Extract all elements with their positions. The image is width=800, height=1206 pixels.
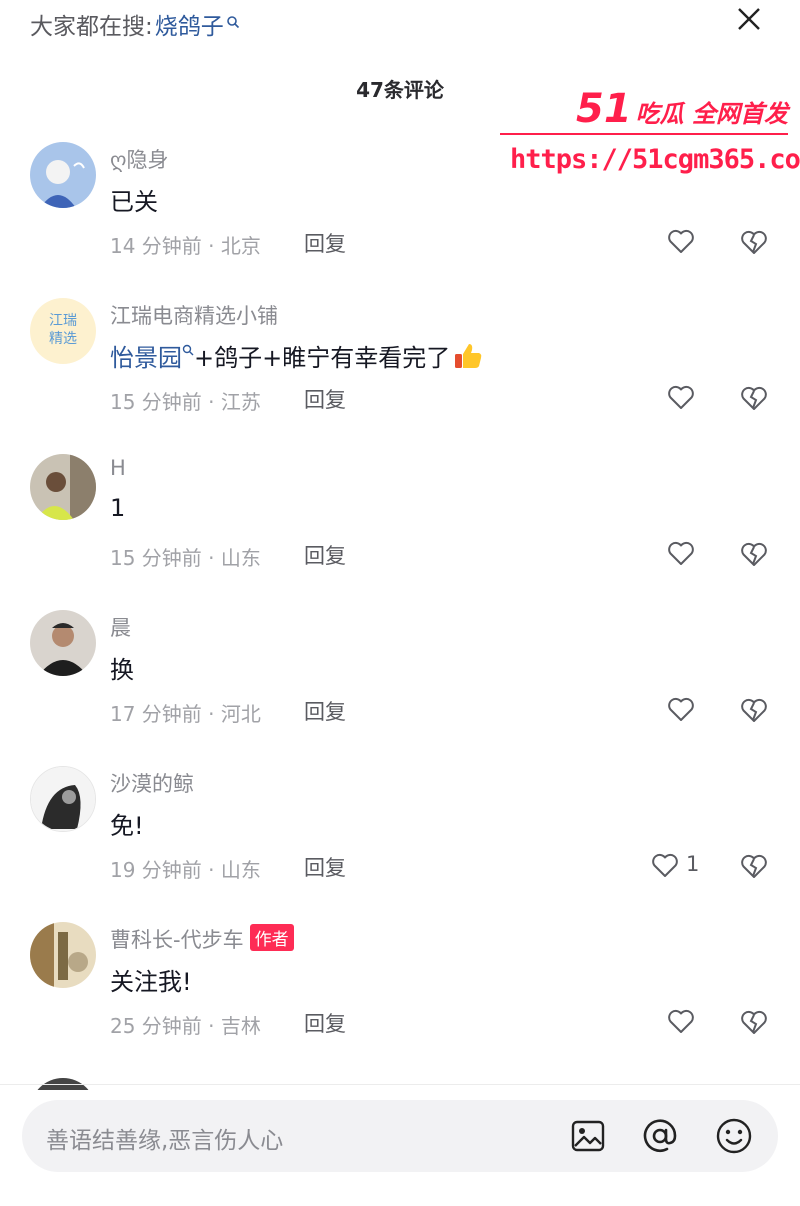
comment-time-location: 14 分钟前 · 北京: [110, 234, 261, 258]
comment-username: 曹科长-代步车 作者: [110, 924, 294, 954]
comment-text: 已关: [110, 188, 158, 216]
search-suggestion-keyword[interactable]: 烧鸽子: [155, 7, 224, 41]
dislike-broken-heart-icon[interactable]: [738, 226, 770, 258]
comment-time-location: 15 分钟前 · 山东: [110, 546, 261, 570]
comment-input-placeholder: 善语结善缘,恶言伤人心: [46, 1128, 284, 1154]
comment-time-location: 19 分钟前 · 山东: [110, 858, 261, 882]
avatar[interactable]: [30, 922, 96, 988]
dislike-broken-heart-icon[interactable]: [738, 850, 770, 882]
comment-username[interactable]: 晨: [110, 612, 131, 642]
avatar-text: 江瑞精选: [49, 313, 77, 347]
like-heart-icon[interactable]: [666, 1006, 696, 1036]
author-badge: 作者: [249, 924, 294, 951]
reply-button[interactable]: 回复: [304, 384, 346, 414]
comment-time-location: 15 分钟前 · 江苏: [110, 390, 261, 414]
divider: [0, 1084, 800, 1085]
dislike-broken-heart-icon[interactable]: [738, 694, 770, 726]
watermark-line: [500, 133, 788, 135]
comment-time-location: 25 分钟前 · 吉林: [110, 1014, 261, 1038]
comment-item: 沙漠的鲸 免! 19 分钟前 · 山东 回复 1: [0, 766, 800, 922]
dislike-broken-heart-icon[interactable]: [738, 1006, 770, 1038]
comment-text: 关注我!: [110, 968, 192, 996]
comment-item: ღ隐身 已关 14 分钟前 · 北京 回复: [0, 142, 800, 298]
watermark-brand-number: 51: [576, 86, 632, 132]
search-icon: [182, 334, 194, 356]
comment-text: 1: [110, 494, 126, 522]
like-heart-icon[interactable]: [666, 538, 696, 568]
comment-item: 江瑞精选 江瑞电商精选小铺 怡景园 +鸽子+睢宁有幸看完了 15 分钟前 · 江苏…: [0, 298, 800, 454]
image-icon[interactable]: [568, 1116, 608, 1156]
comment-text-body: +鸽子+睢宁有幸看完了: [194, 344, 451, 372]
dislike-broken-heart-icon[interactable]: [738, 538, 770, 570]
like-heart-icon[interactable]: [666, 382, 696, 412]
search-suggestion-label: 大家都在搜:: [30, 14, 153, 40]
comment-username[interactable]: ღ隐身: [110, 144, 169, 174]
reply-button[interactable]: 回复: [304, 696, 346, 726]
reply-button[interactable]: 回复: [304, 1008, 346, 1038]
comment-input[interactable]: 善语结善缘,恶言伤人心: [22, 1100, 778, 1172]
watermark-brand-text: 吃瓜 全网首发: [635, 100, 789, 128]
search-icon: [226, 9, 240, 29]
comment-text: 怡景园 +鸽子+睢宁有幸看完了: [110, 338, 484, 375]
avatar[interactable]: [30, 142, 96, 208]
comment-username[interactable]: 江瑞电商精选小铺: [110, 300, 278, 330]
comment-username[interactable]: 沙漠的鲸: [110, 768, 194, 798]
comment-time-location: 17 分钟前 · 河北: [110, 702, 261, 726]
search-suggestion[interactable]: 大家都在搜: 烧鸽子: [30, 6, 240, 42]
reply-button[interactable]: 回复: [304, 540, 346, 570]
comment-location-link[interactable]: 怡景园: [110, 344, 182, 372]
reply-button[interactable]: 回复: [304, 228, 346, 258]
comment-username-text[interactable]: 曹科长-代步车: [110, 928, 244, 952]
comment-text: 免!: [110, 812, 144, 840]
comment-item: H 1 15 分钟前 · 山东 回复: [0, 454, 800, 610]
avatar[interactable]: [30, 610, 96, 676]
thumbs-up-icon: [452, 340, 484, 372]
comment-item: 晨 换 17 分钟前 · 河北 回复: [0, 610, 800, 766]
like-heart-icon[interactable]: [666, 226, 696, 256]
avatar[interactable]: [30, 454, 96, 520]
comment-item: 曹科长-代步车 作者 关注我! 25 分钟前 · 吉林 回复: [0, 922, 800, 1078]
like-count: 1: [686, 852, 700, 876]
comment-text: 换: [110, 656, 134, 684]
like-heart-icon[interactable]: [666, 694, 696, 724]
avatar[interactable]: [30, 766, 96, 832]
close-icon[interactable]: [734, 4, 764, 34]
emoji-icon[interactable]: [714, 1116, 754, 1156]
comment-username[interactable]: H: [110, 456, 126, 480]
reply-button[interactable]: 回复: [304, 852, 346, 882]
like-heart-icon[interactable]: [650, 850, 680, 880]
avatar[interactable]: 江瑞精选: [30, 298, 96, 364]
dislike-broken-heart-icon[interactable]: [738, 382, 770, 414]
mention-icon[interactable]: [640, 1116, 680, 1156]
